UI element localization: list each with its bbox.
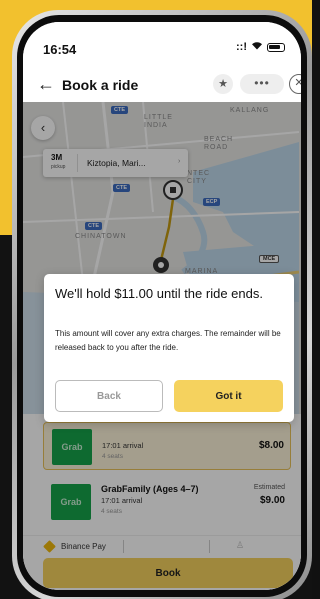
dialog-title: We'll hold $11.00 until the ride ends. [55,286,263,301]
page-title: Book a ride [62,77,139,93]
signal-icon: ::! [236,41,247,53]
status-icons: ::! [236,41,285,53]
dialog-back-button[interactable]: Back [55,380,163,412]
phone-frame: 16:54 ::! ← Book a ride ★ ••• ✕ LITTLE I… [12,10,312,599]
back-arrow-icon[interactable]: ← [37,74,55,95]
status-time: 16:54 [43,42,77,57]
battery-icon [267,42,285,52]
close-icon[interactable]: ✕ [289,74,301,94]
dialog-confirm-button[interactable]: Got it [174,380,283,412]
dialog-body: This amount will cover any extra charges… [55,329,281,352]
wifi-icon [251,41,263,53]
more-options-button[interactable]: ••• [240,74,284,94]
app-screen: 16:54 ::! ← Book a ride ★ ••• ✕ LITTLE I… [23,22,301,590]
header-bar: ← Book a ride ★ ••• ✕ [23,68,301,102]
phone-bezel: 16:54 ::! ← Book a ride ★ ••• ✕ LITTLE I… [17,15,307,597]
status-bar: 16:54 ::! [23,22,301,68]
star-icon[interactable]: ★ [213,74,233,94]
hold-amount-dialog: We'll hold $11.00 until the ride ends. T… [44,274,294,422]
